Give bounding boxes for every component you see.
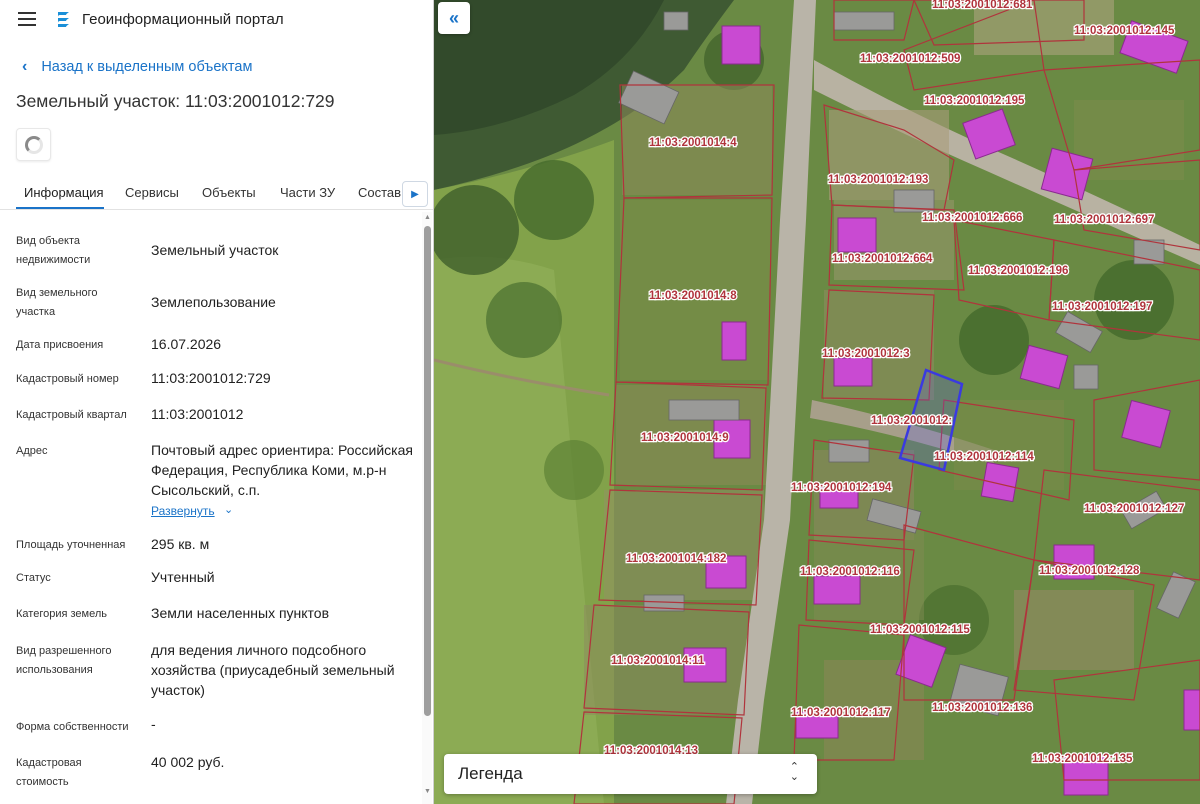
object-title: Земельный участок: 11:03:2001012:729 bbox=[16, 91, 335, 111]
property-label: Адрес bbox=[16, 445, 48, 457]
parcel-label: 11:03:2001014:4 bbox=[649, 137, 737, 149]
property-value: 16.07.2026 bbox=[151, 336, 222, 352]
property-label: Категория земель bbox=[16, 608, 107, 620]
parcel-label: 11:03:2001012:194 bbox=[791, 482, 892, 494]
back-to-selection-link[interactable]: ‹ Назад к выделенным объектам bbox=[0, 56, 433, 78]
property-value: - bbox=[151, 716, 156, 732]
collapse-panel-button[interactable]: « bbox=[438, 2, 470, 34]
parcel-label: 11:03:2001014:11 bbox=[611, 655, 705, 667]
parcel-label: 11:03:2001012:196 bbox=[968, 265, 1068, 277]
parcel-label: 11:03:2001014:9 bbox=[641, 432, 729, 444]
property-label: Дата присвоения bbox=[16, 339, 104, 351]
parcel-label: 11:03:2001012:114 bbox=[934, 451, 1034, 463]
caret-right-icon: ▶ bbox=[411, 188, 419, 200]
parcel-label: 11:03:2001012:509 bbox=[860, 53, 960, 65]
parcel-label: 11:03:2001014:182 bbox=[626, 553, 726, 565]
parcel-label: 11:03:2001012:681 bbox=[932, 0, 1033, 11]
property-label: Кадастровый номер bbox=[16, 373, 119, 385]
parcel-label: 11:03:2001012:697 bbox=[1054, 214, 1154, 226]
parcel-label: 11:03:2001012:128 bbox=[1039, 565, 1140, 577]
scroll-down-arrow-icon[interactable]: ▼ bbox=[424, 788, 431, 795]
legend-label: Легенда bbox=[458, 764, 523, 783]
expand-collapse-arrows-icon: ⌃ ⌄ bbox=[789, 761, 799, 783]
property-label: Вид объекта недвижимости bbox=[16, 235, 91, 266]
property-label: Форма собственности bbox=[16, 721, 129, 733]
tab-services[interactable]: Сервисы bbox=[125, 185, 179, 200]
tabs-scroll-right-button[interactable]: ▶ bbox=[402, 181, 428, 207]
active-tab-indicator bbox=[16, 207, 104, 209]
chevron-left-icon: ‹ bbox=[22, 58, 28, 75]
tab-bar: Информация Сервисы Объекты Части ЗУ Сост… bbox=[0, 176, 433, 210]
parcel-label: 11:03:2001012:193 bbox=[828, 174, 928, 186]
property-value: Земли населенных пунктов bbox=[151, 605, 330, 621]
back-link-label: Назад к выделенным объектам bbox=[41, 59, 253, 75]
top-bar: Геоинформационный портал bbox=[0, 0, 433, 38]
property-label: Кадастровая стоимость bbox=[16, 757, 82, 788]
parcel-label: 11:03:2001014:8 bbox=[649, 290, 737, 302]
property-value: 295 кв. м bbox=[151, 536, 210, 552]
parcel-label: 11:03:2001012: bbox=[871, 415, 952, 427]
scroll-up-arrow-icon[interactable]: ▲ bbox=[424, 214, 431, 221]
info-panel: Геоинформационный портал ‹ Назад к выдел… bbox=[0, 0, 434, 804]
property-value: для ведения личного подсобного хозяйства… bbox=[151, 642, 395, 698]
property-value: 11:03:2001012:729 bbox=[151, 370, 271, 386]
parcel-label: 11:03:2001012:666 bbox=[922, 212, 1022, 224]
parcel-label: 11:03:2001012:115 bbox=[870, 624, 970, 636]
parcel-label: 11:03:2001012:3 bbox=[822, 348, 910, 360]
app-title: Геоинформационный портал bbox=[82, 10, 284, 28]
property-label: Вид разрешенного использования bbox=[16, 645, 112, 676]
expand-address-link[interactable]: Развернуть bbox=[151, 504, 215, 518]
spinner-icon bbox=[24, 135, 43, 154]
parcel-label: 11:03:2001012:135 bbox=[1032, 753, 1133, 765]
legend-dropdown[interactable]: Легенда ⌃ ⌄ bbox=[444, 754, 817, 794]
property-value: 40 002 руб. bbox=[151, 754, 225, 770]
scrollbar-thumb[interactable] bbox=[424, 226, 431, 716]
property-label: Статус bbox=[16, 572, 51, 584]
parcel-label: 11:03:2001012:195 bbox=[924, 95, 1025, 107]
parcel-label: 11:03:2001012:136 bbox=[932, 702, 1032, 714]
parcel-label: 11:03:2001012:116 bbox=[800, 566, 900, 578]
property-label: Вид земельного участка bbox=[16, 287, 98, 318]
portal-logo-icon bbox=[58, 12, 69, 27]
tab-parts[interactable]: Части ЗУ bbox=[280, 185, 335, 200]
parcel-label: 11:03:2001012:664 bbox=[832, 253, 933, 265]
parcel-label: 11:03:2001012:197 bbox=[1052, 301, 1152, 313]
property-value: Учтенный bbox=[151, 569, 215, 585]
parcel-label: 11:03:2001012:127 bbox=[1084, 503, 1184, 515]
tab-objects[interactable]: Объекты bbox=[202, 185, 256, 200]
loading-indicator bbox=[16, 128, 51, 161]
double-chevron-left-icon: « bbox=[448, 7, 459, 28]
parcel-label: 11:03:2001012:145 bbox=[1074, 25, 1175, 37]
property-value: 11:03:2001012 bbox=[151, 406, 244, 422]
map-canvas[interactable]: 11:03:2001012:681 11:03:2001012:145 11:0… bbox=[434, 0, 1200, 804]
property-label: Кадастровый квартал bbox=[16, 409, 127, 421]
property-value: Почтовый адрес ориентира: Российская Фед… bbox=[151, 442, 413, 498]
chevron-down-icon[interactable]: ⌄ bbox=[224, 503, 233, 516]
tab-composition[interactable]: Состав bbox=[358, 185, 401, 200]
satellite-map[interactable]: 11:03:2001012:681 11:03:2001012:145 11:0… bbox=[434, 0, 1200, 804]
property-value: Землепользование bbox=[151, 294, 276, 310]
parcel-label: 11:03:2001012:117 bbox=[791, 707, 891, 719]
app-root: Геоинформационный портал ‹ Назад к выдел… bbox=[0, 0, 1200, 804]
property-label: Площадь уточненная bbox=[16, 539, 126, 551]
property-value: Земельный участок bbox=[151, 242, 279, 258]
hamburger-icon[interactable] bbox=[18, 12, 36, 26]
tab-information[interactable]: Информация bbox=[24, 185, 104, 200]
